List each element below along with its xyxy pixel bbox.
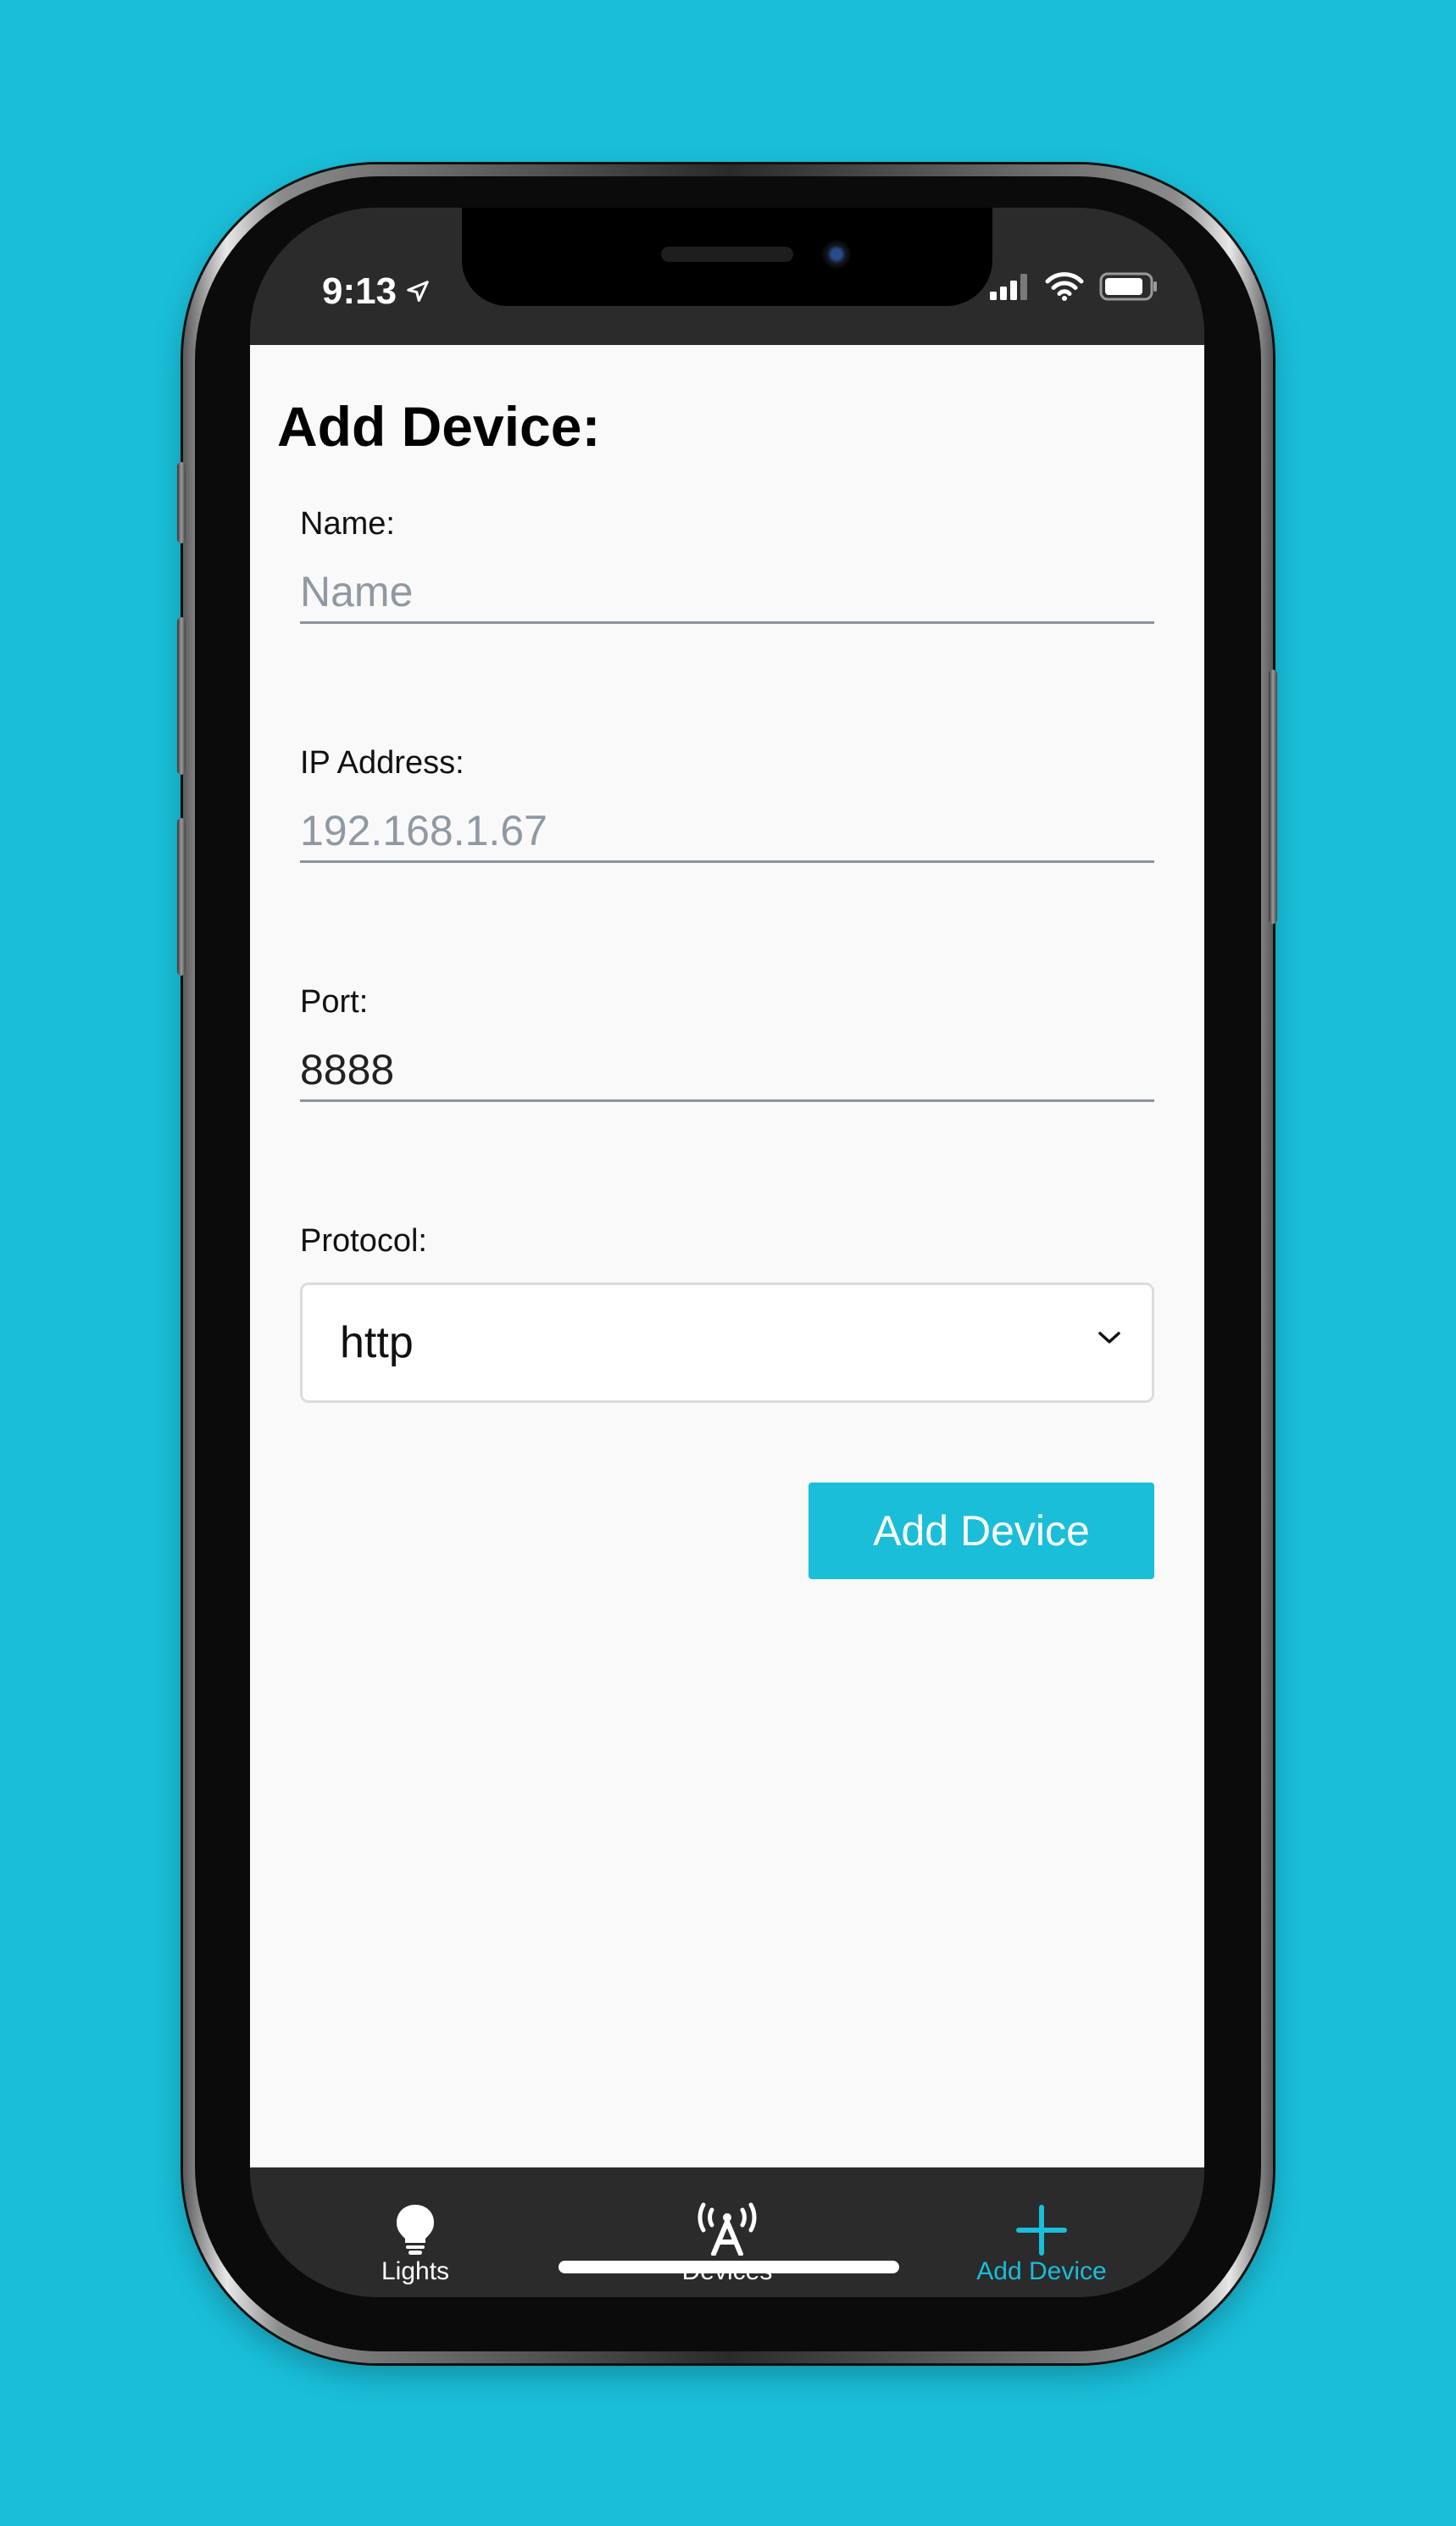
protocol-label: Protocol:: [300, 1223, 427, 1259]
mute-switch: [177, 462, 186, 543]
port-field: Port:: [300, 984, 1154, 1102]
tab-add-device-label: Add Device: [976, 2257, 1107, 2285]
ip-address-label: IP Address:: [300, 745, 464, 781]
ip-address-input[interactable]: [300, 800, 1154, 863]
volume-up-button: [177, 617, 186, 775]
tab-lights[interactable]: Lights: [305, 2193, 525, 2286]
power-button: [1269, 670, 1277, 924]
phone-screen: 9:13 Add Device: Name: Name IP Address: …: [250, 208, 1204, 2297]
clock-text: 9:13: [322, 270, 397, 312]
port-input[interactable]: [300, 1039, 1154, 1102]
home-indicator[interactable]: [559, 2261, 899, 2273]
notch: [462, 208, 992, 306]
tab-lights-label: Lights: [381, 2257, 450, 2285]
ip-address-field: IP Address:: [300, 745, 1154, 863]
front-camera: [822, 240, 851, 269]
protocol-selected-value: http: [340, 1318, 414, 1367]
protocol-field: Protocol:: [300, 1223, 1154, 1260]
add-device-screen: Add Device: Name: IP Address: Port: Prot…: [250, 345, 1204, 2167]
protocol-select[interactable]: http: [300, 1282, 1154, 1403]
lightbulb-icon: [397, 2205, 434, 2255]
page-title: Add Device:: [277, 395, 601, 458]
volume-down-button: [177, 818, 186, 976]
cellular-signal-icon: [990, 274, 1027, 300]
port-label: Port:: [300, 984, 369, 1020]
wifi-icon: [1045, 272, 1084, 301]
status-bar: 9:13: [250, 208, 1204, 345]
antenna-icon: [697, 2202, 757, 2256]
earpiece-speaker: [661, 247, 793, 262]
name-input[interactable]: [300, 561, 1154, 624]
add-device-button[interactable]: Add Device: [809, 1483, 1154, 1579]
tab-bar: Lights Devices Add Device: [250, 2167, 1204, 2297]
status-icons: [989, 272, 1159, 301]
plus-icon: [1016, 2205, 1067, 2256]
status-time: 9:13: [322, 270, 431, 313]
location-arrow-icon: [407, 281, 429, 303]
name-field: Name:: [300, 506, 1154, 624]
chevron-down-icon: [1098, 1332, 1120, 1344]
tab-add-device[interactable]: Add Device: [931, 2193, 1152, 2286]
name-label: Name:: [300, 506, 395, 542]
battery-icon: [1099, 272, 1157, 301]
